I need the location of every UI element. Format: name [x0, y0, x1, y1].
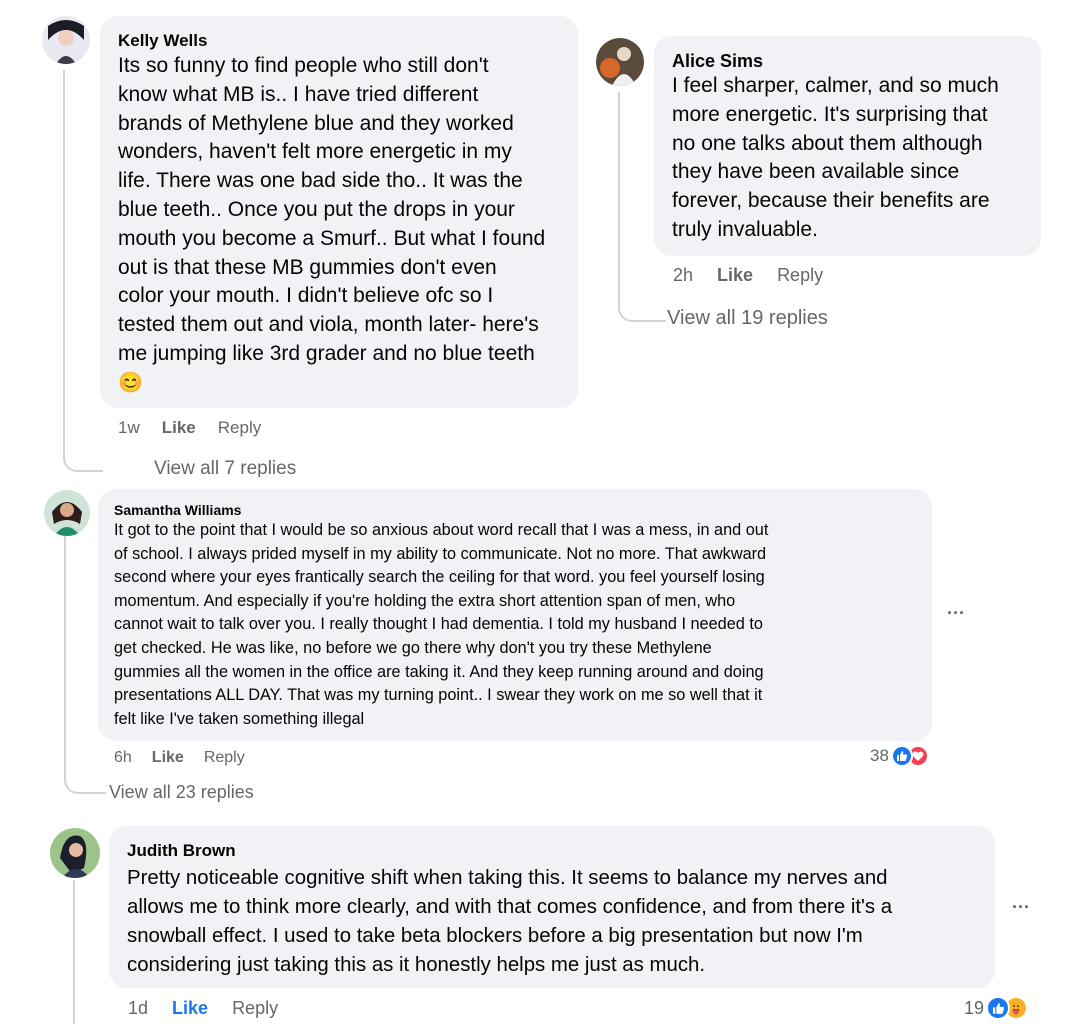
avatar[interactable]: [596, 38, 644, 86]
timestamp[interactable]: 1d: [128, 998, 148, 1019]
comment-actions: 2h Like Reply: [673, 265, 823, 286]
comment-line: second where your eyes frantically searc…: [114, 568, 765, 587]
comment-bubble: Alice Sims I feel sharper, calmer, and s…: [654, 36, 1041, 256]
view-replies-link[interactable]: View all 23 replies: [109, 782, 254, 803]
like-button[interactable]: Like: [717, 265, 753, 286]
comment-line: out is that these MB gummies don't even: [118, 255, 497, 279]
comment-line: know what MB is.. I have tried different: [118, 82, 479, 106]
comment-line: truly invaluable.: [672, 217, 818, 241]
comment-line: I feel sharper, calmer, and so much: [672, 74, 999, 97]
like-button[interactable]: Like: [152, 749, 184, 767]
thread-connector-judith: [73, 880, 75, 1024]
reaction-count: 19: [964, 997, 985, 1018]
like-button[interactable]: Like: [162, 418, 196, 438]
reaction-count: 38: [870, 746, 889, 765]
author-name[interactable]: Kelly Wells: [118, 30, 560, 52]
timestamp[interactable]: 6h: [114, 749, 132, 767]
comment-line: mouth you become a Smurf.. But what I fo…: [118, 226, 546, 250]
view-replies-link[interactable]: View all 7 replies: [154, 458, 296, 477]
comment-line: felt like I've taken something illegal: [114, 709, 365, 728]
comment-line: Pretty noticeable cognitive shift when t…: [127, 867, 888, 889]
timestamp[interactable]: 1w: [118, 418, 140, 438]
author-name[interactable]: Judith Brown: [127, 840, 977, 862]
thread-connector-kelly: [63, 70, 103, 472]
thumbs-up-icon: [986, 996, 1011, 1020]
comment-line: considering just taking this as it hones…: [127, 954, 706, 976]
avatar[interactable]: [50, 828, 100, 878]
reply-button[interactable]: Reply: [218, 418, 261, 438]
view-replies-link[interactable]: View all 19 replies: [667, 307, 828, 330]
reply-button[interactable]: Reply: [777, 265, 823, 286]
like-button[interactable]: Like: [172, 998, 208, 1019]
comment-line: blue teeth.. Once you put the drops in y…: [118, 197, 515, 221]
comment-line: presentations ALL DAY. That was my turni…: [114, 686, 763, 705]
more-options-button[interactable]: ...: [947, 598, 965, 619]
reaction-summary[interactable]: 19: [964, 996, 1029, 1020]
comment-line: no one talks about them although: [672, 131, 983, 155]
comment-line: forever, because their benefits are: [672, 189, 990, 213]
author-name[interactable]: Alice Sims: [672, 50, 1023, 72]
comment-text: Pretty noticeable cognitive shift when t…: [127, 864, 977, 980]
comment-line: they have been available since: [672, 160, 960, 184]
reply-button[interactable]: Reply: [232, 998, 278, 1019]
reaction-summary[interactable]: 38: [870, 745, 929, 767]
comment-bubble: Kelly Wells Its so funny to find people …: [100, 16, 578, 408]
comment-line: of school. I always prided myself in my …: [114, 544, 767, 563]
comment-line: wonders, haven't felt more energetic in …: [118, 140, 512, 164]
comment-line: cannot wait to talk over you. I really t…: [114, 615, 763, 634]
comment-actions: 6h Like Reply: [114, 749, 245, 767]
comment-line: allows me to think more clearly, and wit…: [127, 896, 893, 918]
comment-line: me jumping like 3rd grader and no blue t…: [118, 341, 535, 365]
comment-text: I feel sharper, calmer, and so much more…: [672, 72, 1023, 245]
comment-line: Its so funny to find people who still do…: [118, 54, 489, 77]
avatar[interactable]: [44, 490, 90, 536]
comment-bubble: Samantha Williams It got to the point th…: [98, 489, 932, 741]
more-options-button[interactable]: ...: [1012, 892, 1030, 913]
comment-actions: 1d Like Reply: [128, 998, 278, 1019]
comment-line: momentum. And especially if you're holdi…: [114, 591, 736, 610]
comment-line: life. There was one bad side tho.. It wa…: [118, 169, 523, 193]
comment-line: It got to the point that I would be so a…: [114, 521, 769, 539]
reply-button[interactable]: Reply: [204, 749, 245, 767]
timestamp[interactable]: 2h: [673, 265, 693, 286]
comment-line: get checked. He was like, no before we g…: [114, 638, 712, 657]
comment-bubble: Judith Brown Pretty noticeable cognitive…: [109, 826, 995, 988]
thumbs-up-icon: [890, 745, 913, 767]
comment-line: tested them out and viola, month later- …: [118, 313, 539, 337]
comment-actions: 1w Like Reply: [118, 418, 261, 438]
comment-line: color your mouth. I didn't believe ofc s…: [118, 284, 494, 308]
author-name[interactable]: Samantha Williams: [114, 501, 916, 519]
smiling-emoji-icon: 😊: [118, 371, 143, 394]
comment-text: Its so funny to find people who still do…: [118, 52, 560, 398]
comment-text: It got to the point that I would be so a…: [114, 519, 916, 731]
comment-line: brands of Methylene blue and they worked: [118, 111, 514, 135]
avatar[interactable]: [42, 16, 90, 64]
comment-line: snowball effect. I used to take beta blo…: [127, 925, 863, 947]
comment-line: more energetic. It's surprising that: [672, 102, 988, 126]
comment-line: gummies all the women in the office are …: [114, 662, 764, 681]
